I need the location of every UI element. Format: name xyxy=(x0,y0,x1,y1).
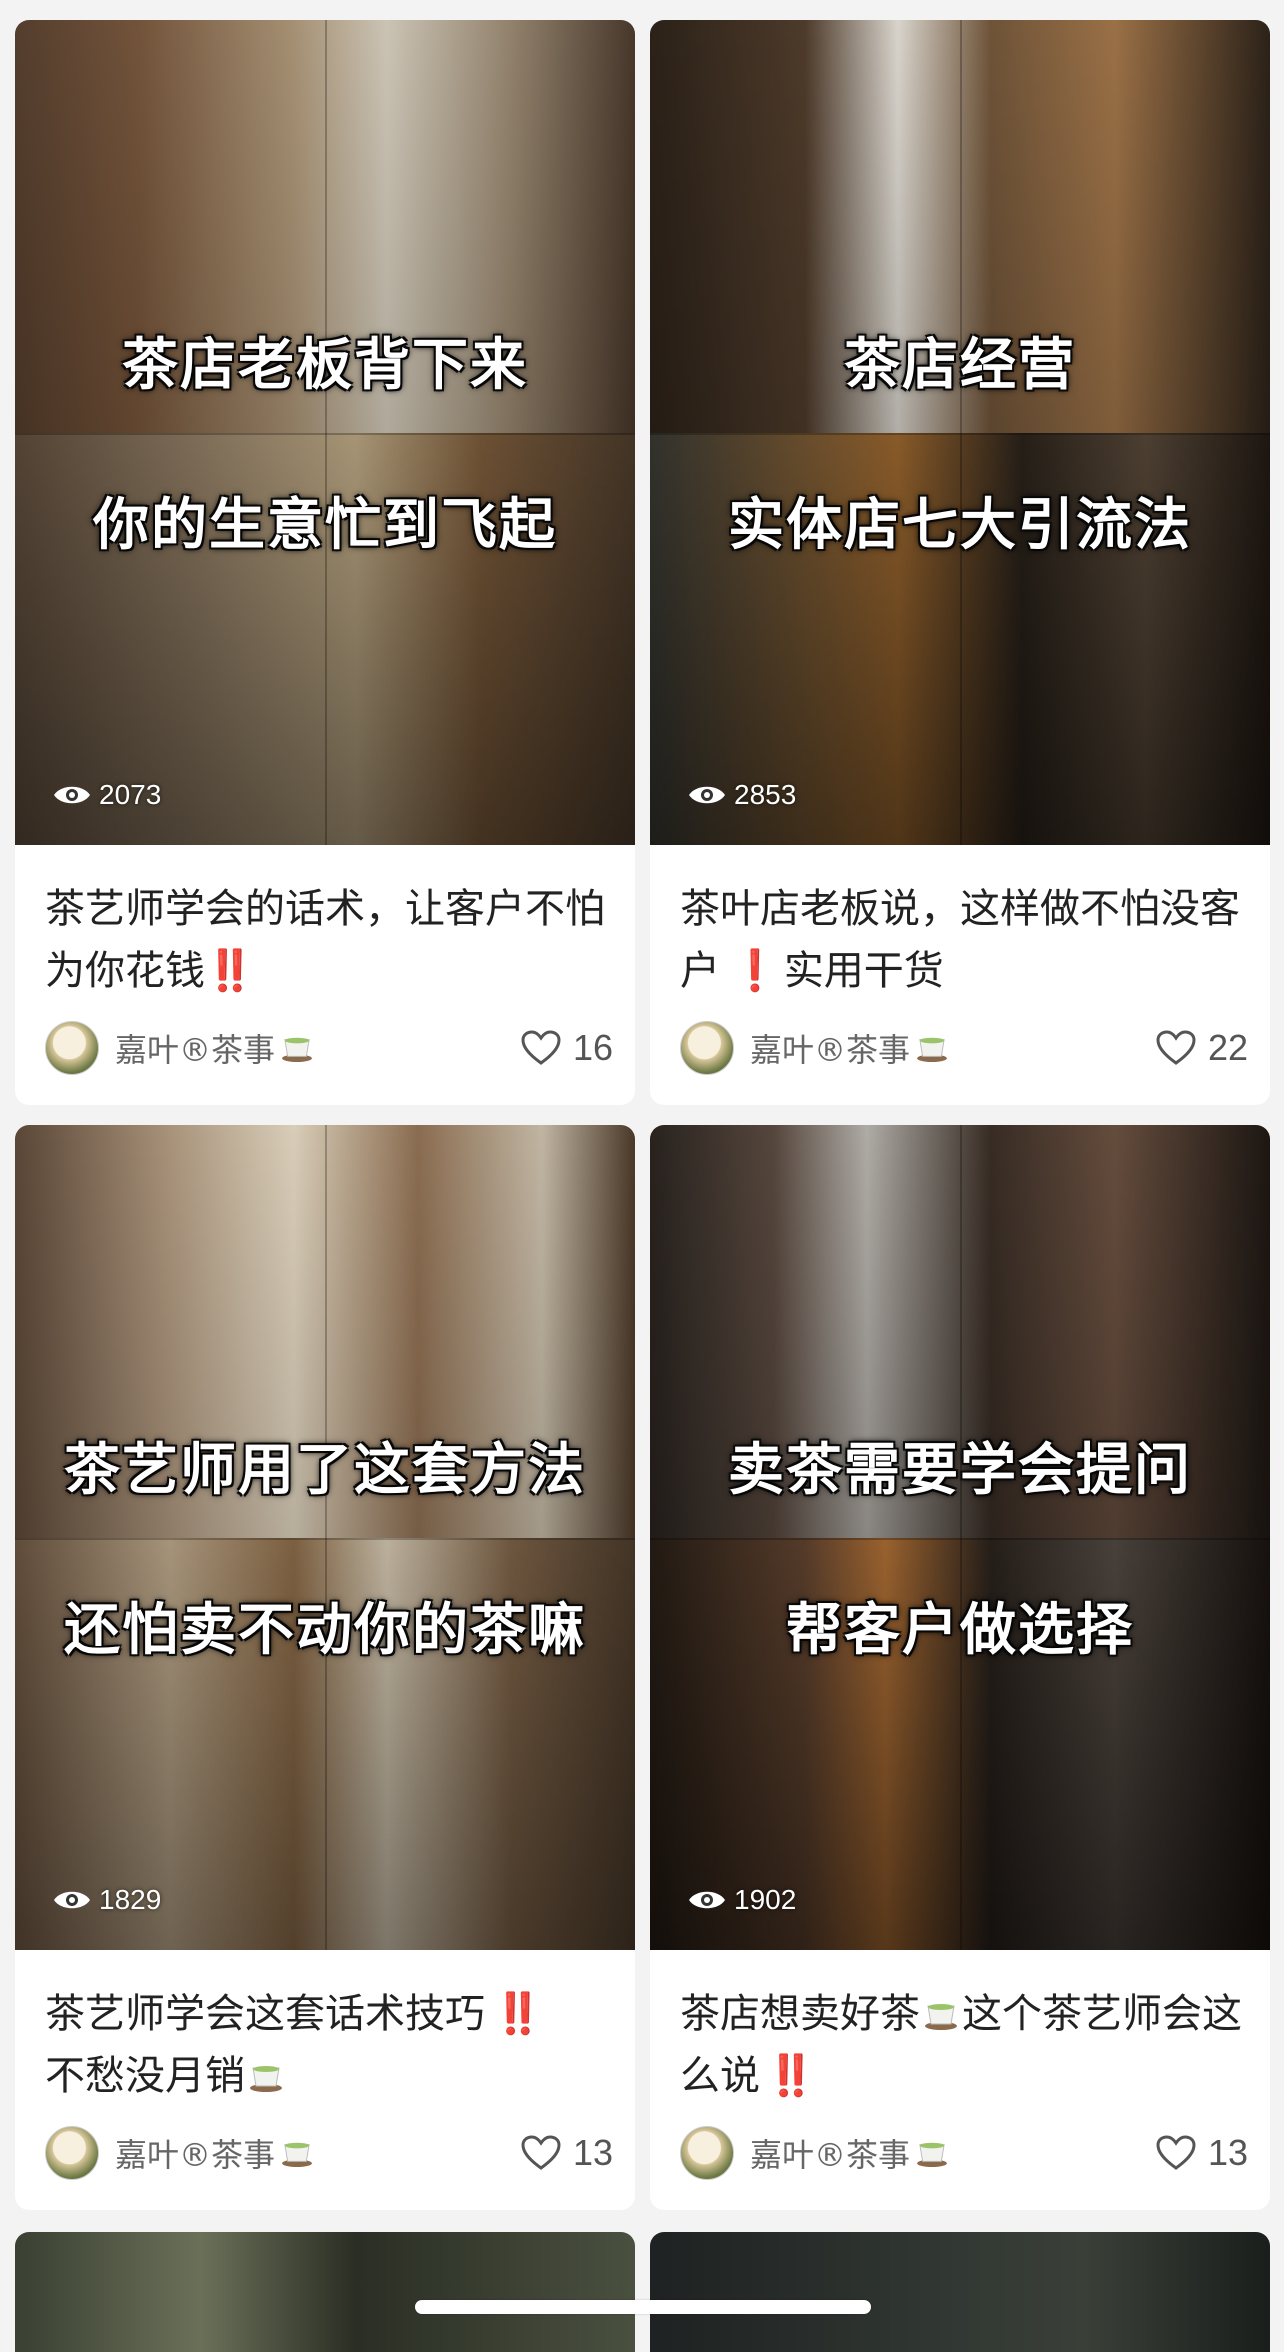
view-count-value: 2853 xyxy=(734,779,797,810)
like-button[interactable]: 16 xyxy=(521,1027,613,1069)
cover-title-line-2: 帮客户做选择 xyxy=(786,1597,1134,1663)
heart-outline-icon xyxy=(521,2135,561,2170)
post-cover-image[interactable]: 茶艺师用了这套方法 还怕卖不动你的茶嘛 1829 xyxy=(15,1125,635,1950)
exclamation-emoji: ❗ xyxy=(730,948,780,994)
home-indicator[interactable] xyxy=(415,2300,871,2314)
caption-text: 茶艺师学会这套话术技巧 xyxy=(45,1991,485,2037)
author-label: 嘉叶®茶事 xyxy=(750,2136,911,2174)
post-meta: 嘉叶®茶事 13 xyxy=(45,2125,613,2181)
post-card[interactable]: 茶店老板背下来 你的生意忙到飞起 2073 茶艺师学会的话术，让客户不怕为你花钱… xyxy=(15,20,635,1105)
cover-title-line-2: 你的生意忙到飞起 xyxy=(93,492,557,558)
post-meta: 嘉叶®茶事 16 xyxy=(45,1020,613,1076)
double-exclamation-emoji: ‼️ xyxy=(493,1991,543,2037)
double-exclamation-emoji: ‼️ xyxy=(766,2053,816,2099)
author-name[interactable]: 嘉叶®茶事 xyxy=(115,2130,313,2176)
view-count: 2853 xyxy=(688,779,796,811)
cover-title-line-1: 茶艺师用了这套方法 xyxy=(64,1437,586,1503)
post-meta: 嘉叶®茶事 13 xyxy=(680,2125,1248,2181)
post-caption[interactable]: 茶艺师学会的话术，让客户不怕为你花钱‼️ xyxy=(45,878,609,1002)
avatar[interactable] xyxy=(45,2126,99,2180)
post-card[interactable]: 茶店经营 实体店七大引流法 2853 茶叶店老板说，这样做不怕没客户 ❗ 实用干货 … xyxy=(650,20,1270,1105)
like-count: 22 xyxy=(1207,1027,1248,1068)
post-card-partial[interactable] xyxy=(15,2232,635,2352)
post-caption[interactable]: 茶叶店老板说，这样做不怕没客户 ❗ 实用干货 xyxy=(680,878,1244,1002)
cover-title-line-2: 实体店七大引流法 xyxy=(728,492,1192,558)
author-name[interactable]: 嘉叶®茶事 xyxy=(750,1025,948,1071)
eye-icon xyxy=(689,1891,725,1909)
post-caption[interactable]: 茶店想卖好茶 这个茶艺师会这么说 ‼️ xyxy=(680,1983,1244,2107)
tea-cup-emoji xyxy=(925,2004,957,2030)
view-count: 1902 xyxy=(688,1884,796,1916)
heart-outline-icon xyxy=(1156,1030,1196,1065)
tea-cup-emoji xyxy=(250,2066,282,2092)
post-meta: 嘉叶®茶事 22 xyxy=(680,1020,1248,1076)
caption-text: 茶艺师学会的话术，让客户不怕为你花钱 xyxy=(45,886,605,994)
like-count: 13 xyxy=(572,2132,613,2173)
author-name[interactable]: 嘉叶®茶事 xyxy=(750,2130,948,2176)
like-button[interactable]: 22 xyxy=(1156,1027,1248,1069)
like-count: 13 xyxy=(1207,2132,1248,2173)
post-cover-image[interactable]: 茶店老板背下来 你的生意忙到飞起 2073 xyxy=(15,20,635,845)
like-button[interactable]: 13 xyxy=(521,2132,613,2174)
cover-title-line-1: 茶店老板背下来 xyxy=(122,332,528,398)
post-card-partial[interactable] xyxy=(650,2232,1270,2352)
eye-icon xyxy=(54,1891,90,1909)
post-card[interactable]: 茶艺师用了这套方法 还怕卖不动你的茶嘛 1829 茶艺师学会这套话术技巧 ‼️ 不愁… xyxy=(15,1125,635,2210)
author-label: 嘉叶®茶事 xyxy=(115,1031,276,1069)
tea-cup-emoji xyxy=(282,2142,312,2167)
post-card[interactable]: 卖茶需要学会提问 帮客户做选择 1902 茶店想卖好茶 这个茶艺师会这么说 ‼️ 嘉… xyxy=(650,1125,1270,2210)
view-count: 1829 xyxy=(53,1884,161,1916)
cover-title-line-1: 卖茶需要学会提问 xyxy=(728,1437,1192,1503)
like-count: 16 xyxy=(572,1027,613,1068)
caption-tail: 不愁没月销 xyxy=(45,2053,245,2099)
eye-icon xyxy=(689,786,725,804)
view-count: 2073 xyxy=(53,779,161,811)
author-label: 嘉叶®茶事 xyxy=(115,2136,276,2174)
tea-cup-emoji xyxy=(282,1037,312,1062)
caption-text: 茶店想卖好茶 xyxy=(680,1991,920,2037)
author-name[interactable]: 嘉叶®茶事 xyxy=(115,1025,313,1071)
heart-outline-icon xyxy=(521,1030,561,1065)
cover-title-line-2: 还怕卖不动你的茶嘛 xyxy=(64,1597,586,1663)
view-count-value: 1902 xyxy=(734,1884,797,1915)
eye-icon xyxy=(54,786,90,804)
view-count-value: 1829 xyxy=(99,1884,162,1915)
author-label: 嘉叶®茶事 xyxy=(750,1031,911,1069)
tea-cup-emoji xyxy=(917,1037,947,1062)
avatar[interactable] xyxy=(45,1021,99,1075)
double-exclamation-emoji: ‼️ xyxy=(205,948,255,994)
heart-outline-icon xyxy=(1156,2135,1196,2170)
post-cover-image[interactable]: 茶店经营 实体店七大引流法 2853 xyxy=(650,20,1270,845)
caption-tail: 实用干货 xyxy=(783,948,944,994)
cover-title-line-1: 茶店经营 xyxy=(844,332,1076,398)
avatar[interactable] xyxy=(680,1021,734,1075)
post-cover-image[interactable]: 卖茶需要学会提问 帮客户做选择 1902 xyxy=(650,1125,1270,1950)
like-button[interactable]: 13 xyxy=(1156,2132,1248,2174)
tea-cup-emoji xyxy=(917,2142,947,2167)
avatar[interactable] xyxy=(680,2126,734,2180)
view-count-value: 2073 xyxy=(99,779,162,810)
post-caption[interactable]: 茶艺师学会这套话术技巧 ‼️ 不愁没月销 xyxy=(45,1983,609,2107)
